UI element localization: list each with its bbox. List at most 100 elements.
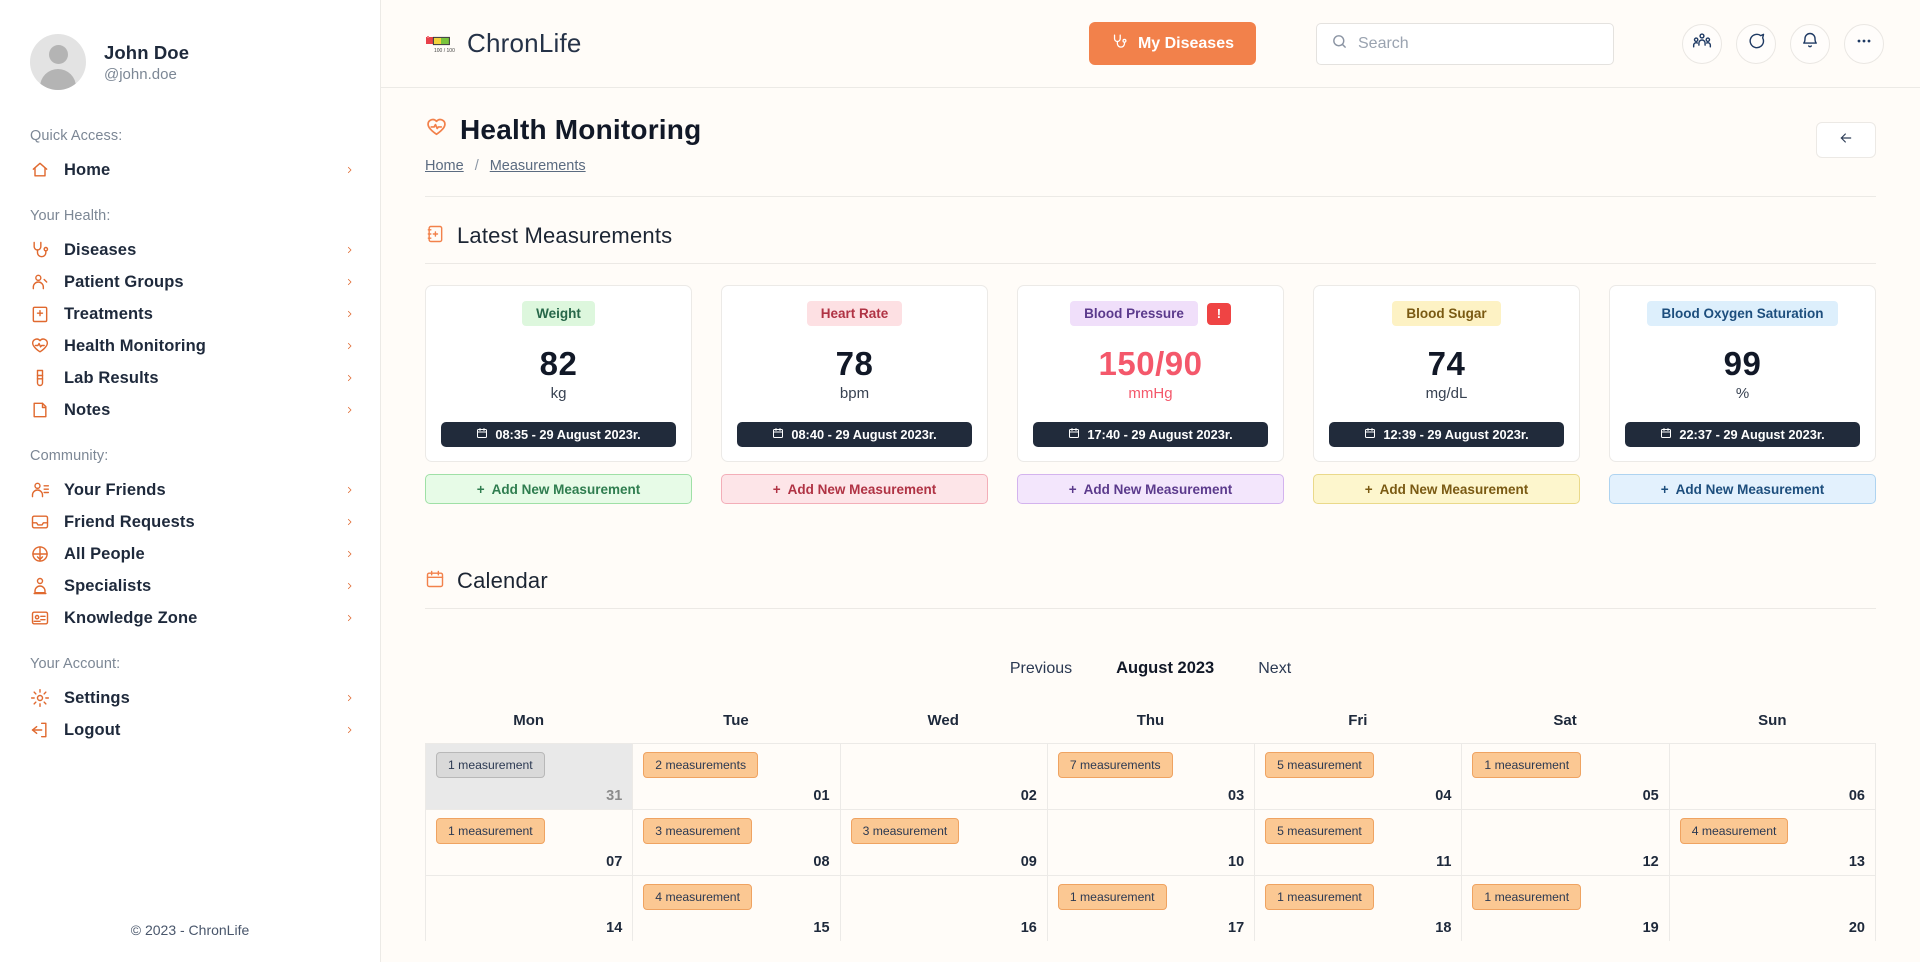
calendar-measurement-badge[interactable]: 3 measurement xyxy=(643,818,752,844)
calendar-day-cell[interactable]: 5 measurement 11 xyxy=(1254,809,1462,875)
sidebar-item-friend-requests[interactable]: Friend Requests xyxy=(0,506,380,538)
add-new-measurement-button[interactable]: + Add New Measurement xyxy=(1609,474,1876,504)
more-options-button[interactable] xyxy=(1844,23,1884,64)
sidebar-item-diseases[interactable]: Diseases xyxy=(0,234,380,266)
test-tube-icon xyxy=(30,368,50,388)
add-measurement-label: Add New Measurement xyxy=(787,481,937,497)
calendar-day-number: 13 xyxy=(1848,854,1865,870)
calendar-day-cell[interactable]: 7 measurements 03 xyxy=(1046,743,1255,809)
calendar-day-cell[interactable]: 1 measurement 07 xyxy=(425,809,633,875)
calendar-previous-button[interactable]: Previous xyxy=(1010,660,1072,678)
calendar-header: Calendar xyxy=(425,542,1876,608)
calendar-small-icon xyxy=(1068,427,1080,442)
calendar-day-cell[interactable]: 10 xyxy=(1046,809,1255,875)
calendar-measurement-badge[interactable]: 1 measurement xyxy=(1472,752,1582,778)
calendar-day-cell[interactable]: 20 xyxy=(1668,875,1876,941)
breadcrumb-item-measurements[interactable]: Measurements xyxy=(490,158,586,174)
calendar-measurement-badge[interactable]: 4 measurement xyxy=(643,884,752,910)
sidebar-item-label: Treatments xyxy=(64,304,154,323)
measurement-type-badge: Blood Sugar xyxy=(1392,301,1501,326)
community-icon-button[interactable] xyxy=(1682,23,1722,64)
sidebar-item-notes[interactable]: Notes xyxy=(0,394,380,426)
calendar-day-cell[interactable]: 1 measurement 17 xyxy=(1046,875,1255,941)
sidebar-item-specialists[interactable]: Specialists xyxy=(0,570,380,602)
back-button[interactable] xyxy=(1816,122,1876,158)
calendar-small-icon xyxy=(1660,427,1672,442)
calendar-measurement-badge[interactable]: 1 measurement xyxy=(436,818,545,844)
calendar-day-cell[interactable]: 02 xyxy=(839,743,1047,809)
svg-text:100 / 100: 100 / 100 xyxy=(434,48,455,54)
measurement-card[interactable]: Blood Pressure! 150/90 mmHg 17:40 - 29 Augu… xyxy=(1017,285,1284,462)
measurement-tag-row: Blood Sugar xyxy=(1392,301,1501,326)
sidebar-item-label: Friend Requests xyxy=(64,512,195,531)
measurement-card-column: Blood Sugar 74 mg/dL 12:39 - 29 August 2023… xyxy=(1313,285,1580,504)
sidebar-item-logout[interactable]: Logout xyxy=(0,714,380,746)
measurement-card[interactable]: Blood Oxygen Saturation 99% 22:37 - 29 Aug… xyxy=(1609,285,1876,462)
measurement-timestamp-bar: 08:35 - 29 August 2023r. xyxy=(441,422,676,447)
brand[interactable]: 100 / 100 ChronLife xyxy=(425,28,582,59)
sidebar-item-all-people[interactable]: All People xyxy=(0,538,380,570)
add-new-measurement-button[interactable]: + Add New Measurement xyxy=(721,474,988,504)
calendar-day-cell[interactable]: 4 measurement 13 xyxy=(1668,809,1876,875)
add-new-measurement-button[interactable]: + Add New Measurement xyxy=(425,474,692,504)
measurement-type-badge: Heart Rate xyxy=(806,301,903,326)
calendar-day-cell[interactable]: 3 measurement 09 xyxy=(839,809,1047,875)
calendar-measurement-badge[interactable]: 1 measurement xyxy=(436,752,545,778)
sidebar-item-lab-results[interactable]: Lab Results xyxy=(0,362,380,394)
calendar-day-cell[interactable]: 5 measurement 04 xyxy=(1254,743,1462,809)
my-diseases-button[interactable]: My Diseases xyxy=(1088,22,1256,65)
calendar-day-cell[interactable]: 4 measurement 15 xyxy=(632,875,840,941)
calendar-day-cell[interactable]: 1 measurement 31 xyxy=(425,743,633,809)
chevron-right-icon xyxy=(345,243,354,257)
calendar-small-icon xyxy=(772,427,784,442)
calendar-day-cell[interactable]: 1 measurement 05 xyxy=(1461,743,1669,809)
calendar-day-cell[interactable]: 14 xyxy=(425,875,633,941)
calendar-measurement-badge[interactable]: 5 measurement xyxy=(1265,818,1374,844)
sidebar-item-treatments[interactable]: Treatments xyxy=(0,298,380,330)
content-scroll-area[interactable]: Health Monitoring Home / Measurements La… xyxy=(381,88,1920,962)
calendar-day-cell[interactable]: 16 xyxy=(839,875,1047,941)
chat-icon-button[interactable] xyxy=(1736,23,1776,64)
sidebar-item-home[interactable]: Home xyxy=(0,154,380,186)
add-new-measurement-button[interactable]: + Add New Measurement xyxy=(1017,474,1284,504)
calendar-day-cell[interactable]: 1 measurement 19 xyxy=(1461,875,1669,941)
calendar-measurement-badge[interactable]: 7 measurements xyxy=(1057,752,1173,778)
calendar-day-number: 18 xyxy=(1435,920,1452,936)
sidebar-item-patient-groups[interactable]: Patient Groups xyxy=(0,266,380,298)
calendar-measurement-badge[interactable]: 1 measurement xyxy=(1472,884,1582,910)
calendar-measurement-badge[interactable]: 3 measurement xyxy=(850,818,960,844)
chevron-right-icon xyxy=(345,547,354,561)
calendar-next-button[interactable]: Next xyxy=(1258,660,1291,678)
calendar-month-label: August 2023 xyxy=(1116,659,1215,677)
sidebar-item-your-friends[interactable]: Your Friends xyxy=(0,474,380,506)
calendar-measurement-badge[interactable]: 1 measurement xyxy=(1057,884,1167,910)
calendar-day-cell[interactable]: 06 xyxy=(1668,743,1876,809)
sidebar-item-health-monitoring[interactable]: Health Monitoring xyxy=(0,330,380,362)
profile-block[interactable]: John Doe @john.doe xyxy=(0,0,380,90)
globe-icon xyxy=(30,544,50,564)
search-box[interactable] xyxy=(1316,22,1614,65)
search-input[interactable] xyxy=(1358,34,1599,53)
calendar-day-cell[interactable]: 3 measurement 08 xyxy=(632,809,840,875)
add-new-measurement-button[interactable]: + Add New Measurement xyxy=(1313,474,1580,504)
calendar-measurement-badge[interactable]: 2 measurements xyxy=(643,752,759,778)
breadcrumb-item-home[interactable]: Home xyxy=(425,158,464,174)
notifications-icon-button[interactable] xyxy=(1790,23,1830,64)
measurement-tag-row: Blood Pressure! xyxy=(1070,301,1231,326)
sidebar-item-knowledge-zone[interactable]: Knowledge Zone xyxy=(0,602,380,634)
measurement-card[interactable]: Weight 82 kg 08:35 - 29 August 2023r. xyxy=(425,285,692,462)
measurement-card[interactable]: Blood Sugar 74 mg/dL 12:39 - 29 August 2023… xyxy=(1313,285,1580,462)
chevron-right-icon xyxy=(345,275,354,289)
calendar-day-cell[interactable]: 1 measurement 18 xyxy=(1254,875,1462,941)
brand-name: ChronLife xyxy=(467,28,582,58)
calendar-measurement-badge[interactable]: 1 measurement xyxy=(1265,884,1374,910)
sidebar-footer-copyright: © 2023 - ChronLife xyxy=(130,922,250,938)
sidebar-nav: Quick Access: Home Your Health: Diseases Pat… xyxy=(0,90,380,922)
calendar-measurement-badge[interactable]: 4 measurement xyxy=(1679,818,1789,844)
measurement-card[interactable]: Heart Rate 78 bpm 08:40 - 29 August 2023r. xyxy=(721,285,988,462)
calendar-day-cell[interactable]: 12 xyxy=(1461,809,1669,875)
calendar-measurement-badge[interactable]: 5 measurement xyxy=(1265,752,1374,778)
sidebar-item-settings[interactable]: Settings xyxy=(0,682,380,714)
measurement-timestamp: 12:39 - 29 August 2023r. xyxy=(1383,427,1529,442)
calendar-day-cell[interactable]: 2 measurements 01 xyxy=(632,743,840,809)
